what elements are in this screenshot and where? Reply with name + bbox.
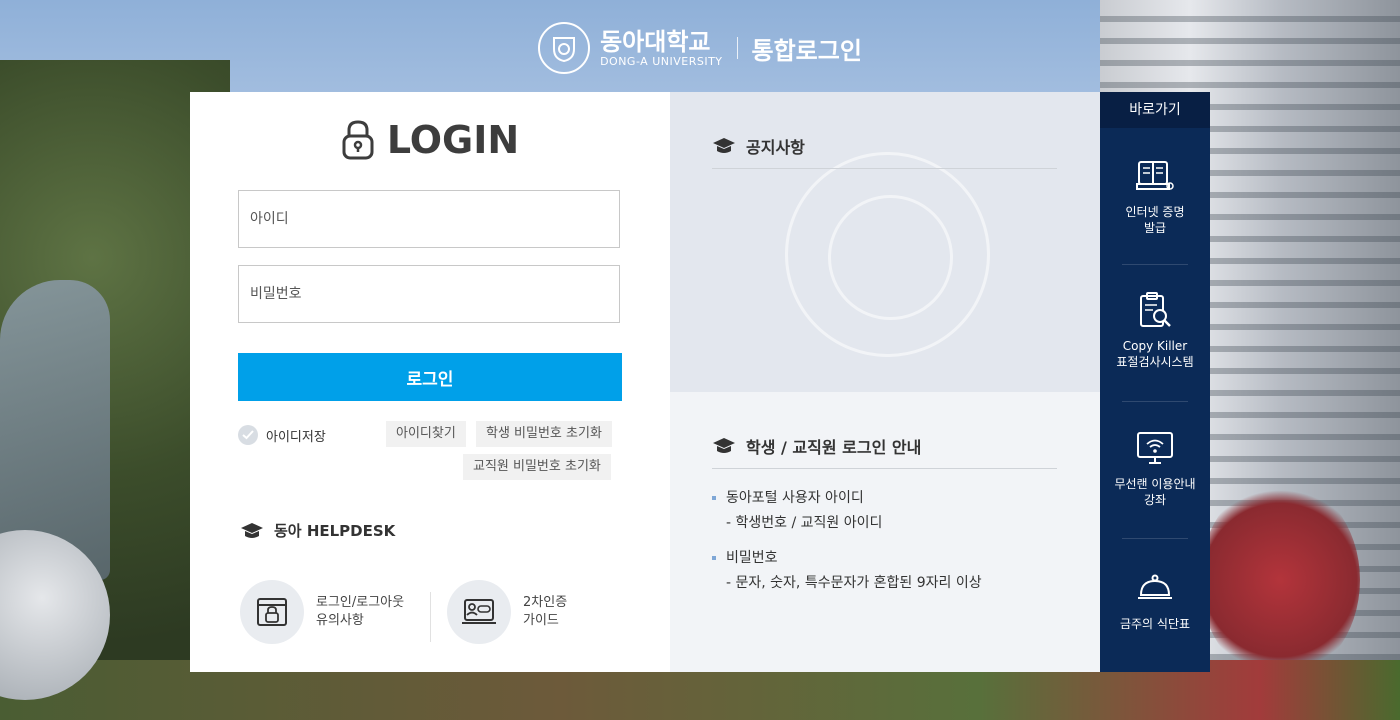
- certificate-printer-icon: [1136, 161, 1174, 190]
- help-2fa-guide[interactable]: 2차인증 가이드: [447, 580, 567, 644]
- quick-link-weekly-menu-label: 금주의 식단표: [1119, 617, 1191, 631]
- guide-item-id-main: 동아포털 사용자 아이디: [726, 490, 864, 506]
- quick-link-wifi-guide-line1: 무선랜 이용안내: [1114, 477, 1196, 491]
- page-title: 통합로그인: [751, 36, 862, 65]
- help-2fa-line2: 가이드: [523, 613, 559, 628]
- quick-link-weekly-menu[interactable]: 금주의 식단표: [1100, 568, 1210, 632]
- graduation-cap-icon: [713, 438, 735, 453]
- guide-item-password-main: 비밀번호: [726, 550, 778, 566]
- guide-item-password: 비밀번호 - 문자, 숫자, 특수문자가 혼합된 9자리 이상: [712, 546, 1057, 596]
- notice-heading[interactable]: 공지사항: [712, 134, 1057, 169]
- help-login-line2: 유의사항: [316, 613, 364, 628]
- login-heading: LOGIN: [190, 118, 670, 162]
- secure-window-icon: [257, 598, 287, 626]
- help-login-line1: 로그인/로그아웃: [316, 595, 405, 610]
- background-red-tree: [1200, 480, 1360, 680]
- user-id-input[interactable]: [238, 190, 620, 248]
- help-login-circle: [240, 580, 304, 644]
- quick-link-certificate-line1: 인터넷 증명: [1125, 205, 1185, 219]
- quick-links-panel: 바로가기 인터넷 증명 발급 Copy Killer 표절검사시스템 무선랜 이…: [1100, 92, 1210, 672]
- quick-links-title: 바로가기: [1100, 92, 1210, 128]
- guide-item-id-sub: - 학생번호 / 교직원 아이디: [726, 515, 883, 531]
- quick-divider: [1122, 401, 1188, 402]
- login-guide-title: 학생 / 교직원 로그인 안내: [746, 438, 922, 457]
- brand-name-en: DONG-A UNIVERSITY: [600, 54, 723, 68]
- login-title: LOGIN: [386, 118, 520, 162]
- help-2fa-text: 2차인증 가이드: [523, 594, 567, 630]
- info-panel: 공지사항 학생 / 교직원 로그인 안내 동아포털 사용자 아이디 - 학생번호…: [670, 92, 1100, 672]
- guide-item-password-sub: - 문자, 숫자, 특수문자가 혼합된 9자리 이상: [726, 575, 982, 591]
- login-guide-heading: 학생 / 교직원 로그인 안내: [712, 434, 1057, 469]
- university-seal-icon: [538, 22, 591, 74]
- guide-item-id: 동아포털 사용자 아이디 - 학생번호 / 교직원 아이디: [712, 486, 1057, 536]
- help-login-text: 로그인/로그아웃 유의사항: [316, 594, 404, 630]
- header-divider: [736, 37, 738, 59]
- quick-link-wifi-guide[interactable]: 무선랜 이용안내 강좌: [1100, 428, 1210, 508]
- shield-icon: [553, 37, 576, 63]
- clipboard-search-icon: [1140, 292, 1171, 327]
- food-cloche-icon: [1138, 574, 1172, 599]
- quick-link-copy-killer-line2: 표절검사시스템: [1116, 355, 1194, 369]
- password-input[interactable]: [238, 265, 620, 323]
- wifi-monitor-icon: [1137, 432, 1173, 464]
- university-watermark-icon: [785, 152, 990, 357]
- graduation-cap-icon: [713, 138, 735, 153]
- reset-staff-password-button[interactable]: 교직원 비밀번호 초기화: [463, 454, 611, 480]
- helpdesk-divider: [430, 592, 431, 642]
- find-id-button[interactable]: 아이디찾기: [386, 421, 466, 447]
- site-header: 동아대학교 DONG-A UNIVERSITY 통합로그인: [0, 20, 1400, 76]
- quick-divider: [1122, 264, 1188, 265]
- lock-icon: [342, 120, 374, 160]
- login-panel: LOGIN 로그인 아이디저장 아이디찾기 학생 비밀번호 초기화 교직원 비밀…: [190, 92, 670, 672]
- help-2fa-line1: 2차인증: [523, 595, 568, 610]
- helpdesk-heading: 동아 HELPDESK: [240, 520, 395, 541]
- quick-link-copy-killer[interactable]: Copy Killer 표절검사시스템: [1100, 290, 1210, 370]
- save-id-label: 아이디저장: [266, 429, 326, 445]
- quick-link-certificate-line2: 발급: [1143, 221, 1167, 235]
- brand[interactable]: 동아대학교 DONG-A UNIVERSITY: [600, 29, 722, 68]
- brand-name-kr: 동아대학교: [600, 27, 711, 56]
- quick-divider: [1122, 538, 1188, 539]
- two-factor-icon: [462, 599, 496, 624]
- reset-student-password-button[interactable]: 학생 비밀번호 초기화: [476, 421, 612, 447]
- quick-link-certificate[interactable]: 인터넷 증명 발급: [1100, 156, 1210, 236]
- notice-title: 공지사항: [746, 138, 805, 157]
- login-guide-list: 동아포털 사용자 아이디 - 학생번호 / 교직원 아이디 비밀번호 - 문자,…: [712, 486, 1057, 606]
- save-id-checkbox[interactable]: 아이디저장: [238, 425, 326, 445]
- quick-link-wifi-guide-line2: 강좌: [1143, 493, 1167, 507]
- help-2fa-circle: [447, 580, 511, 644]
- quick-link-copy-killer-line1: Copy Killer: [1122, 339, 1188, 353]
- help-login-notice[interactable]: 로그인/로그아웃 유의사항: [240, 580, 404, 644]
- notice-area: 공지사항: [670, 92, 1100, 392]
- helpdesk-title: 동아 HELPDESK: [274, 522, 396, 540]
- graduation-cap-icon: [241, 522, 263, 538]
- login-button[interactable]: 로그인: [238, 353, 622, 401]
- check-icon: [238, 425, 258, 445]
